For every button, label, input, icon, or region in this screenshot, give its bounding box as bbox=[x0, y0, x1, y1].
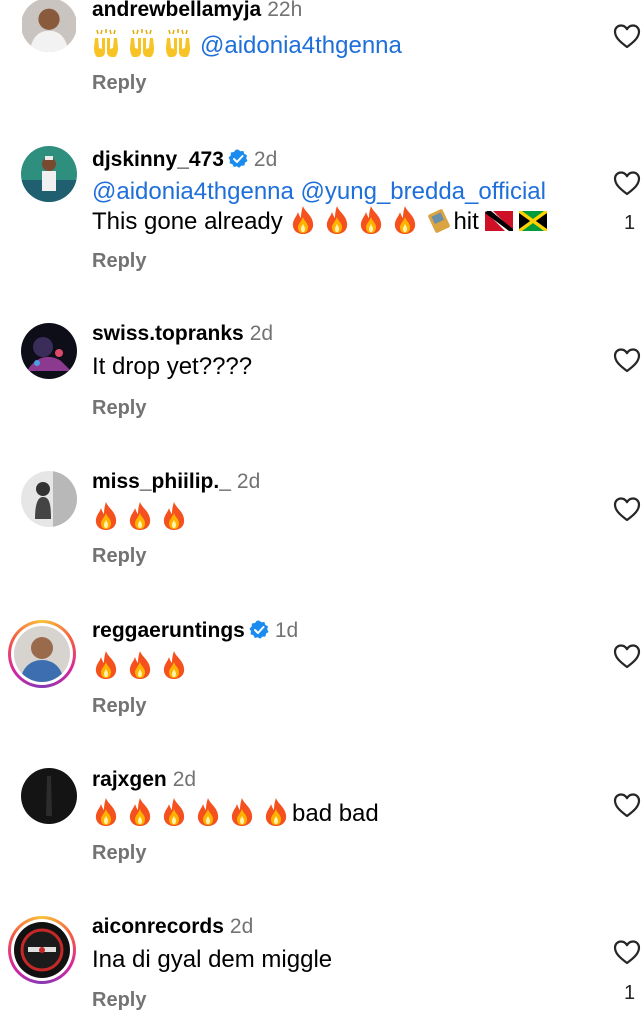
timestamp: 2d bbox=[249, 322, 274, 345]
fire-emoji bbox=[126, 797, 154, 827]
mention-link[interactable]: @aidonia4thgenna @yung_bredda_official bbox=[92, 178, 546, 205]
avatar[interactable] bbox=[21, 471, 77, 527]
heart-icon[interactable] bbox=[613, 792, 641, 818]
comment-meta: djskinny_473 2d bbox=[92, 147, 277, 173]
reply-button[interactable]: Reply bbox=[92, 250, 146, 273]
reply-button[interactable]: Reply bbox=[92, 545, 146, 568]
raising-hands-emoji bbox=[164, 28, 192, 58]
verified-badge-icon bbox=[249, 620, 269, 640]
fire-emoji bbox=[262, 797, 290, 827]
username[interactable]: reggaeruntings bbox=[92, 619, 245, 642]
avatar[interactable] bbox=[21, 146, 77, 202]
like-count: 1 bbox=[624, 982, 636, 1004]
heart-icon[interactable] bbox=[613, 170, 641, 196]
avatar-image bbox=[21, 768, 77, 824]
fire-emoji bbox=[92, 797, 120, 827]
fire-emoji bbox=[323, 205, 351, 235]
heart-icon[interactable] bbox=[613, 347, 641, 373]
like-count: 1 bbox=[624, 212, 636, 234]
timestamp: 2d bbox=[253, 148, 278, 171]
fire-emoji bbox=[160, 797, 188, 827]
comment-meta: aiconrecords 2d bbox=[92, 914, 253, 940]
avatar[interactable] bbox=[21, 768, 77, 824]
username[interactable]: andrewbellamyja bbox=[92, 0, 261, 21]
reply-button[interactable]: Reply bbox=[92, 397, 146, 420]
fire-emoji bbox=[228, 797, 256, 827]
avatar-story-ring[interactable] bbox=[8, 620, 76, 688]
fire-emoji bbox=[391, 205, 419, 235]
heart-icon[interactable] bbox=[613, 23, 641, 49]
reply-button[interactable]: Reply bbox=[92, 72, 146, 95]
username[interactable]: aiconrecords bbox=[92, 915, 224, 938]
fire-emoji bbox=[92, 501, 120, 531]
comment-text bbox=[92, 650, 194, 682]
avatar-image bbox=[22, 0, 76, 52]
heart-icon[interactable] bbox=[613, 496, 641, 522]
comment-meta: swiss.topranks 2d bbox=[92, 321, 273, 347]
fire-emoji bbox=[160, 501, 188, 531]
fire-emoji bbox=[160, 650, 188, 680]
heart-icon[interactable] bbox=[613, 939, 641, 965]
avatar[interactable] bbox=[21, 0, 77, 52]
comment-meta: rajxgen 2d bbox=[92, 767, 196, 793]
fire-emoji bbox=[194, 797, 222, 827]
comment-text: @aidonia4thgenna bbox=[92, 28, 402, 61]
raising-hands-emoji bbox=[92, 28, 120, 58]
mention-link[interactable]: @aidonia4thgenna bbox=[200, 32, 402, 59]
avatar[interactable] bbox=[21, 323, 77, 379]
fire-emoji bbox=[126, 650, 154, 680]
fire-emoji bbox=[92, 650, 120, 680]
username[interactable]: swiss.topranks bbox=[92, 322, 244, 345]
comment-body-tail: hit bbox=[453, 208, 479, 235]
reply-button[interactable]: Reply bbox=[92, 989, 146, 1012]
comment-text bbox=[92, 501, 194, 533]
trinidad-tobago-flag bbox=[484, 211, 513, 231]
timestamp: 2d bbox=[172, 768, 197, 791]
avatar-image bbox=[21, 323, 77, 379]
username[interactable]: djskinny_473 bbox=[92, 148, 224, 171]
comment-body: bad bad bbox=[292, 800, 379, 827]
fire-emoji bbox=[126, 501, 154, 531]
comment-meta: miss_phiilip._ 2d bbox=[92, 469, 260, 495]
avatar-image bbox=[14, 626, 70, 682]
avatar-image bbox=[21, 471, 77, 527]
comment-body: This gone already bbox=[92, 208, 283, 235]
avatar-story-ring[interactable] bbox=[8, 916, 76, 984]
comment-meta: andrewbellamyja 22h bbox=[92, 0, 302, 23]
comment-text: Ina di gyal dem miggle bbox=[92, 946, 333, 973]
avatar-image bbox=[14, 922, 70, 978]
fire-emoji bbox=[357, 205, 385, 235]
comment-text: It drop yet???? bbox=[92, 353, 253, 380]
reply-button[interactable]: Reply bbox=[92, 842, 146, 865]
fire-emoji bbox=[289, 205, 317, 235]
comment-text: This gone already hit bbox=[92, 205, 547, 237]
username[interactable]: rajxgen bbox=[92, 768, 167, 791]
comment-mentions: @aidonia4thgenna @yung_bredda_official bbox=[92, 177, 546, 207]
comment-meta: reggaeruntings 1d bbox=[92, 618, 298, 644]
timestamp: 2d bbox=[229, 915, 254, 938]
heart-icon[interactable] bbox=[613, 643, 641, 669]
avatar-image bbox=[21, 146, 77, 202]
username[interactable]: miss_phiilip._ bbox=[92, 470, 231, 493]
phone-emoji bbox=[428, 209, 451, 233]
timestamp: 22h bbox=[267, 0, 303, 21]
verified-badge-icon bbox=[228, 149, 248, 169]
timestamp: 1d bbox=[274, 619, 299, 642]
comment-text: bad bad bbox=[92, 797, 379, 829]
jamaica-flag bbox=[518, 211, 547, 231]
reply-button[interactable]: Reply bbox=[92, 695, 146, 718]
timestamp: 2d bbox=[236, 470, 261, 493]
raising-hands-emoji bbox=[128, 28, 156, 58]
